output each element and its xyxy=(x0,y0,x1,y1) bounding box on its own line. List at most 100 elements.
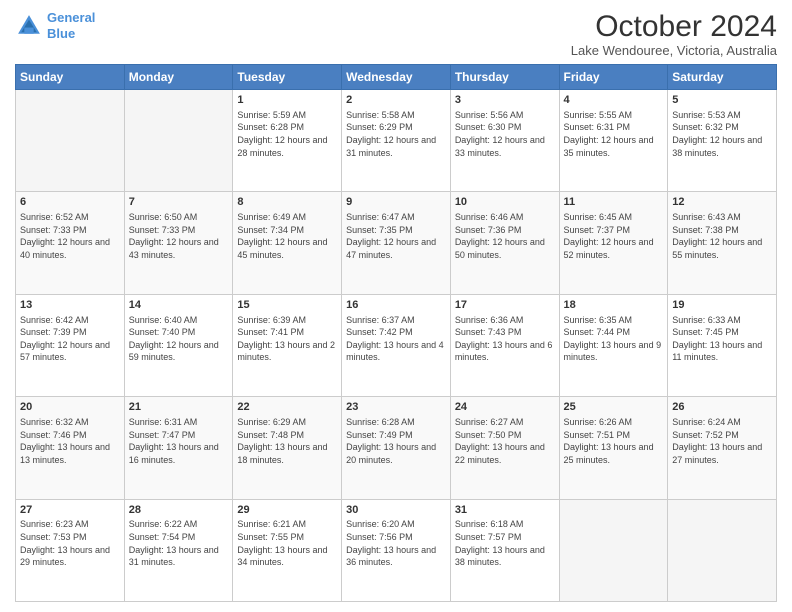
calendar-cell: 26Sunrise: 6:24 AMSunset: 7:52 PMDayligh… xyxy=(668,397,777,499)
day-info: Sunrise: 6:49 AMSunset: 7:34 PMDaylight:… xyxy=(237,211,337,261)
calendar-cell: 11Sunrise: 6:45 AMSunset: 7:37 PMDayligh… xyxy=(559,192,668,294)
subtitle: Lake Wendouree, Victoria, Australia xyxy=(571,43,777,58)
day-info: Sunrise: 6:23 AMSunset: 7:53 PMDaylight:… xyxy=(20,518,120,568)
day-number: 19 xyxy=(672,298,772,313)
day-number: 29 xyxy=(237,503,337,518)
calendar-cell: 3Sunrise: 5:56 AMSunset: 6:30 PMDaylight… xyxy=(450,90,559,192)
day-info: Sunrise: 6:35 AMSunset: 7:44 PMDaylight:… xyxy=(564,314,664,364)
header: General Blue October 2024 Lake Wendouree… xyxy=(15,10,777,58)
calendar-cell: 21Sunrise: 6:31 AMSunset: 7:47 PMDayligh… xyxy=(124,397,233,499)
day-info: Sunrise: 6:32 AMSunset: 7:46 PMDaylight:… xyxy=(20,416,120,466)
calendar-cell: 17Sunrise: 6:36 AMSunset: 7:43 PMDayligh… xyxy=(450,294,559,396)
calendar-table: SundayMondayTuesdayWednesdayThursdayFrid… xyxy=(15,64,777,602)
day-number: 11 xyxy=(564,195,664,210)
calendar-cell xyxy=(124,90,233,192)
logo: General Blue xyxy=(15,10,95,41)
day-info: Sunrise: 5:53 AMSunset: 6:32 PMDaylight:… xyxy=(672,109,772,159)
weekday-header-tuesday: Tuesday xyxy=(233,65,342,90)
calendar-cell: 2Sunrise: 5:58 AMSunset: 6:29 PMDaylight… xyxy=(342,90,451,192)
day-number: 14 xyxy=(129,298,229,313)
calendar-cell: 23Sunrise: 6:28 AMSunset: 7:49 PMDayligh… xyxy=(342,397,451,499)
logo-line2: Blue xyxy=(47,26,75,41)
day-info: Sunrise: 5:55 AMSunset: 6:31 PMDaylight:… xyxy=(564,109,664,159)
day-number: 17 xyxy=(455,298,555,313)
weekday-header-friday: Friday xyxy=(559,65,668,90)
calendar-cell: 9Sunrise: 6:47 AMSunset: 7:35 PMDaylight… xyxy=(342,192,451,294)
page: General Blue October 2024 Lake Wendouree… xyxy=(0,0,792,612)
day-number: 24 xyxy=(455,400,555,415)
calendar-cell: 5Sunrise: 5:53 AMSunset: 6:32 PMDaylight… xyxy=(668,90,777,192)
calendar-cell: 24Sunrise: 6:27 AMSunset: 7:50 PMDayligh… xyxy=(450,397,559,499)
calendar-cell: 28Sunrise: 6:22 AMSunset: 7:54 PMDayligh… xyxy=(124,499,233,601)
title-section: October 2024 Lake Wendouree, Victoria, A… xyxy=(571,10,777,58)
day-number: 23 xyxy=(346,400,446,415)
logo-icon xyxy=(15,12,43,40)
weekday-header-saturday: Saturday xyxy=(668,65,777,90)
calendar-cell xyxy=(16,90,125,192)
calendar-cell: 19Sunrise: 6:33 AMSunset: 7:45 PMDayligh… xyxy=(668,294,777,396)
weekday-header-row: SundayMondayTuesdayWednesdayThursdayFrid… xyxy=(16,65,777,90)
week-row-2: 6Sunrise: 6:52 AMSunset: 7:33 PMDaylight… xyxy=(16,192,777,294)
calendar-cell: 6Sunrise: 6:52 AMSunset: 7:33 PMDaylight… xyxy=(16,192,125,294)
day-number: 12 xyxy=(672,195,772,210)
day-number: 8 xyxy=(237,195,337,210)
day-number: 22 xyxy=(237,400,337,415)
day-number: 7 xyxy=(129,195,229,210)
calendar-cell: 4Sunrise: 5:55 AMSunset: 6:31 PMDaylight… xyxy=(559,90,668,192)
day-info: Sunrise: 6:45 AMSunset: 7:37 PMDaylight:… xyxy=(564,211,664,261)
day-number: 3 xyxy=(455,93,555,108)
week-row-4: 20Sunrise: 6:32 AMSunset: 7:46 PMDayligh… xyxy=(16,397,777,499)
day-number: 9 xyxy=(346,195,446,210)
calendar-cell xyxy=(668,499,777,601)
day-number: 10 xyxy=(455,195,555,210)
calendar-cell xyxy=(559,499,668,601)
day-info: Sunrise: 6:40 AMSunset: 7:40 PMDaylight:… xyxy=(129,314,229,364)
calendar-cell: 14Sunrise: 6:40 AMSunset: 7:40 PMDayligh… xyxy=(124,294,233,396)
day-info: Sunrise: 6:24 AMSunset: 7:52 PMDaylight:… xyxy=(672,416,772,466)
day-info: Sunrise: 6:39 AMSunset: 7:41 PMDaylight:… xyxy=(237,314,337,364)
week-row-5: 27Sunrise: 6:23 AMSunset: 7:53 PMDayligh… xyxy=(16,499,777,601)
day-number: 5 xyxy=(672,93,772,108)
day-info: Sunrise: 6:27 AMSunset: 7:50 PMDaylight:… xyxy=(455,416,555,466)
day-number: 30 xyxy=(346,503,446,518)
calendar-cell: 20Sunrise: 6:32 AMSunset: 7:46 PMDayligh… xyxy=(16,397,125,499)
logo-text: General Blue xyxy=(47,10,95,41)
weekday-header-wednesday: Wednesday xyxy=(342,65,451,90)
day-info: Sunrise: 6:37 AMSunset: 7:42 PMDaylight:… xyxy=(346,314,446,364)
day-info: Sunrise: 6:28 AMSunset: 7:49 PMDaylight:… xyxy=(346,416,446,466)
calendar-cell: 18Sunrise: 6:35 AMSunset: 7:44 PMDayligh… xyxy=(559,294,668,396)
day-number: 4 xyxy=(564,93,664,108)
day-number: 18 xyxy=(564,298,664,313)
weekday-header-thursday: Thursday xyxy=(450,65,559,90)
calendar-cell: 16Sunrise: 6:37 AMSunset: 7:42 PMDayligh… xyxy=(342,294,451,396)
day-info: Sunrise: 6:36 AMSunset: 7:43 PMDaylight:… xyxy=(455,314,555,364)
day-info: Sunrise: 6:18 AMSunset: 7:57 PMDaylight:… xyxy=(455,518,555,568)
calendar-cell: 31Sunrise: 6:18 AMSunset: 7:57 PMDayligh… xyxy=(450,499,559,601)
day-number: 20 xyxy=(20,400,120,415)
day-info: Sunrise: 6:42 AMSunset: 7:39 PMDaylight:… xyxy=(20,314,120,364)
day-info: Sunrise: 5:59 AMSunset: 6:28 PMDaylight:… xyxy=(237,109,337,159)
week-row-3: 13Sunrise: 6:42 AMSunset: 7:39 PMDayligh… xyxy=(16,294,777,396)
day-number: 13 xyxy=(20,298,120,313)
calendar-cell: 13Sunrise: 6:42 AMSunset: 7:39 PMDayligh… xyxy=(16,294,125,396)
day-number: 21 xyxy=(129,400,229,415)
main-title: October 2024 xyxy=(571,10,777,43)
day-info: Sunrise: 6:52 AMSunset: 7:33 PMDaylight:… xyxy=(20,211,120,261)
calendar-cell: 10Sunrise: 6:46 AMSunset: 7:36 PMDayligh… xyxy=(450,192,559,294)
day-info: Sunrise: 6:22 AMSunset: 7:54 PMDaylight:… xyxy=(129,518,229,568)
calendar-cell: 12Sunrise: 6:43 AMSunset: 7:38 PMDayligh… xyxy=(668,192,777,294)
calendar-cell: 8Sunrise: 6:49 AMSunset: 7:34 PMDaylight… xyxy=(233,192,342,294)
weekday-header-sunday: Sunday xyxy=(16,65,125,90)
calendar-cell: 1Sunrise: 5:59 AMSunset: 6:28 PMDaylight… xyxy=(233,90,342,192)
day-info: Sunrise: 6:21 AMSunset: 7:55 PMDaylight:… xyxy=(237,518,337,568)
calendar-cell: 22Sunrise: 6:29 AMSunset: 7:48 PMDayligh… xyxy=(233,397,342,499)
calendar-cell: 25Sunrise: 6:26 AMSunset: 7:51 PMDayligh… xyxy=(559,397,668,499)
calendar-cell: 15Sunrise: 6:39 AMSunset: 7:41 PMDayligh… xyxy=(233,294,342,396)
calendar-cell: 29Sunrise: 6:21 AMSunset: 7:55 PMDayligh… xyxy=(233,499,342,601)
day-info: Sunrise: 5:58 AMSunset: 6:29 PMDaylight:… xyxy=(346,109,446,159)
day-info: Sunrise: 6:26 AMSunset: 7:51 PMDaylight:… xyxy=(564,416,664,466)
day-info: Sunrise: 6:50 AMSunset: 7:33 PMDaylight:… xyxy=(129,211,229,261)
logo-line1: General xyxy=(47,10,95,25)
day-info: Sunrise: 5:56 AMSunset: 6:30 PMDaylight:… xyxy=(455,109,555,159)
day-info: Sunrise: 6:33 AMSunset: 7:45 PMDaylight:… xyxy=(672,314,772,364)
